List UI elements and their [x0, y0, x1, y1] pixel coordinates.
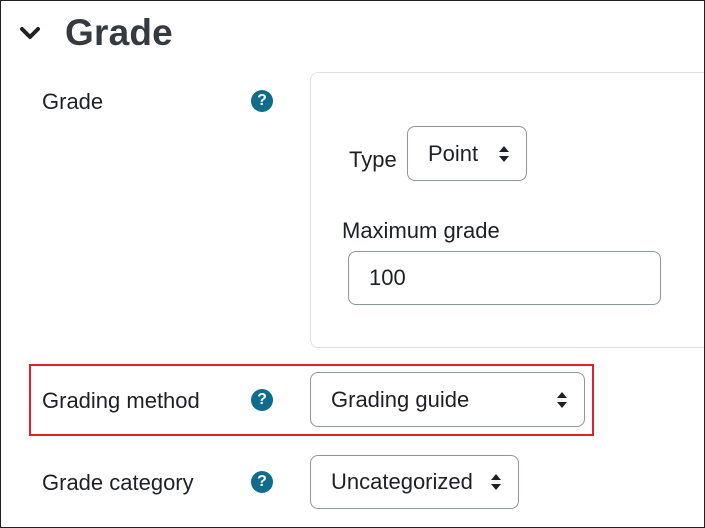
maximum-grade-label: Maximum grade	[342, 218, 500, 243]
grade-label: Grade	[42, 89, 104, 114]
select-arrows-icon	[499, 145, 509, 162]
grade-type-label: Type	[349, 147, 397, 172]
grade-type-value: Point	[428, 140, 479, 166]
grading-method-label: Grading method	[42, 388, 200, 413]
grade-category-help-icon[interactable]: ?	[251, 471, 273, 493]
select-arrows-icon	[491, 474, 501, 490]
maximum-grade-input[interactable]: 100	[348, 251, 661, 305]
select-arrows-icon	[557, 391, 567, 408]
grade-help-icon[interactable]: ?	[251, 90, 273, 112]
grade-settings-panel: Grade Grade ? Type Point Maximum grade 1…	[0, 0, 705, 528]
maximum-grade-value: 100	[369, 265, 406, 290]
grade-category-select[interactable]: Uncategorized	[310, 455, 519, 509]
grading-method-help-icon[interactable]: ?	[251, 389, 273, 411]
chevron-down-icon[interactable]	[15, 18, 45, 48]
grade-category-value: Uncategorized	[331, 469, 473, 494]
grade-fieldset: Type Point Maximum grade 100	[310, 72, 704, 348]
grading-method-value: Grading guide	[331, 386, 470, 412]
grading-method-select[interactable]: Grading guide	[310, 372, 585, 427]
grade-category-label: Grade category	[42, 470, 194, 495]
section-title: Grade	[65, 12, 173, 53]
section-header[interactable]: Grade	[15, 11, 173, 55]
grade-type-select[interactable]: Point	[407, 126, 527, 181]
